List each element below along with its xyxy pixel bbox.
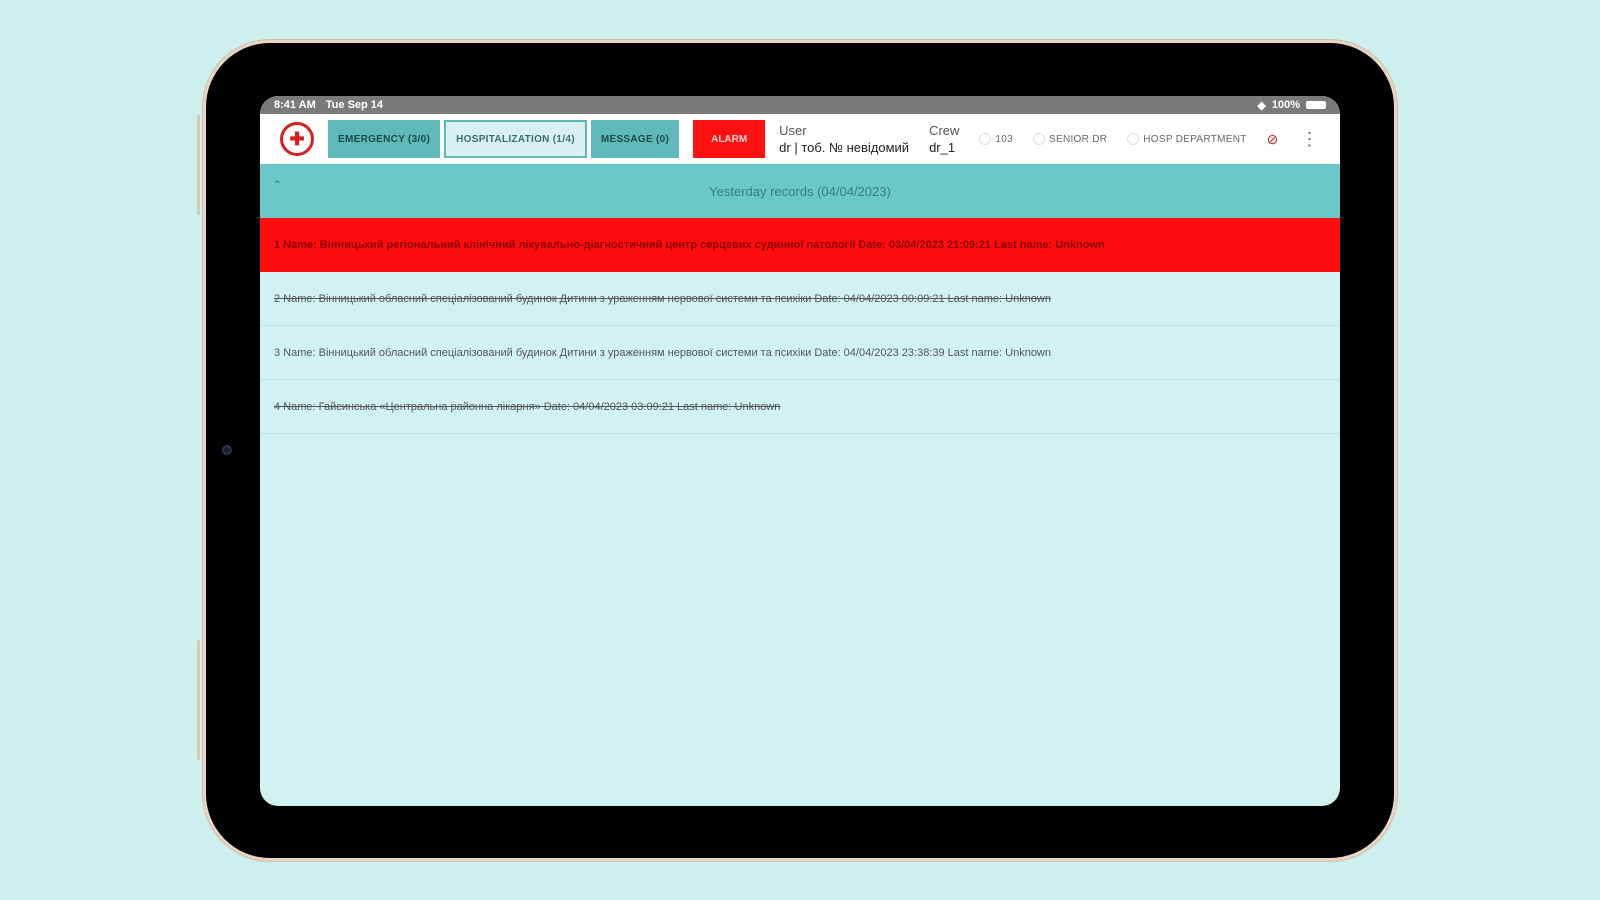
wifi-icon: ◆: [1257, 99, 1266, 112]
battery-icon: [1306, 101, 1326, 109]
pill-hosp-department[interactable]: HOSP DEPARTMENT: [1127, 133, 1246, 145]
status-time: 8:41 AM: [274, 99, 316, 111]
battery-percent: 100%: [1271, 99, 1300, 111]
app-toolbar: ✚ EMERGENCY (3/0) HOSPITALIZATION (1/4) …: [260, 114, 1340, 164]
record-text: 1 Name: Вінницький регіональний клінічни…: [274, 239, 1105, 251]
list-item[interactable]: 3 Name: Вінницький обласний спеціалізова…: [260, 326, 1340, 380]
alarm-button[interactable]: ALARM: [693, 120, 766, 158]
crew-info: Crew dr_1: [929, 122, 959, 156]
record-text: 2 Name: Вінницький обласний спеціалізова…: [274, 292, 1051, 305]
list-item[interactable]: 2 Name: Вінницький обласний спеціалізова…: [260, 272, 1340, 326]
app-logo-icon[interactable]: ✚: [280, 122, 314, 156]
camera-icon: [222, 445, 232, 455]
pill-label: HOSP DEPARTMENT: [1143, 133, 1247, 145]
status-date: Tue Sep 14: [325, 99, 384, 111]
section-header[interactable]: ⌃ Yesterday records (04/04/2023): [260, 164, 1340, 218]
section-title: Yesterday records (04/04/2023): [709, 183, 891, 199]
chevron-up-icon[interactable]: ⌃: [272, 178, 282, 192]
record-text: 4 Name: Гайсинська «Центральна районна л…: [274, 400, 781, 413]
tab-hospitalization[interactable]: HOSPITALIZATION (1/4): [444, 120, 587, 158]
status-dot-icon: [1127, 133, 1140, 145]
pill-103[interactable]: 103: [979, 133, 1013, 145]
pill-label: SENIOR DR: [1049, 133, 1108, 145]
list-item[interactable]: 4 Name: Гайсинська «Центральна районна л…: [260, 380, 1340, 434]
user-value: dr | тоб. № невідомий: [779, 140, 910, 155]
user-info: User dr | тоб. № невідомий: [779, 122, 909, 156]
status-bar: 8:41 AM Tue Sep 14 ◆ 100%: [260, 96, 1340, 114]
pill-label: 103: [995, 133, 1013, 145]
volume-button: [197, 115, 200, 215]
list-item[interactable]: 1 Name: Вінницький регіональний клінічни…: [260, 218, 1340, 272]
record-text: 3 Name: Вінницький обласний спеціалізова…: [274, 346, 1051, 359]
app-screen: 8:41 AM Tue Sep 14 ◆ 100% ✚ EMERGENCY (3…: [260, 96, 1340, 806]
more-menu-icon[interactable]: ⋮: [1300, 129, 1318, 150]
tab-emergency[interactable]: EMERGENCY (3/0): [328, 120, 441, 158]
logout-icon[interactable]: ⊘: [1267, 131, 1279, 148]
pill-senior-dr[interactable]: SENIOR DR: [1033, 133, 1107, 145]
tab-message[interactable]: MESSAGE (0): [590, 120, 680, 158]
status-dot-icon: [1033, 133, 1045, 145]
side-button: [197, 640, 200, 760]
user-label: User: [779, 123, 807, 138]
status-dot-icon: [979, 133, 992, 145]
crew-value: dr_1: [929, 140, 956, 155]
crew-label: Crew: [929, 123, 960, 138]
